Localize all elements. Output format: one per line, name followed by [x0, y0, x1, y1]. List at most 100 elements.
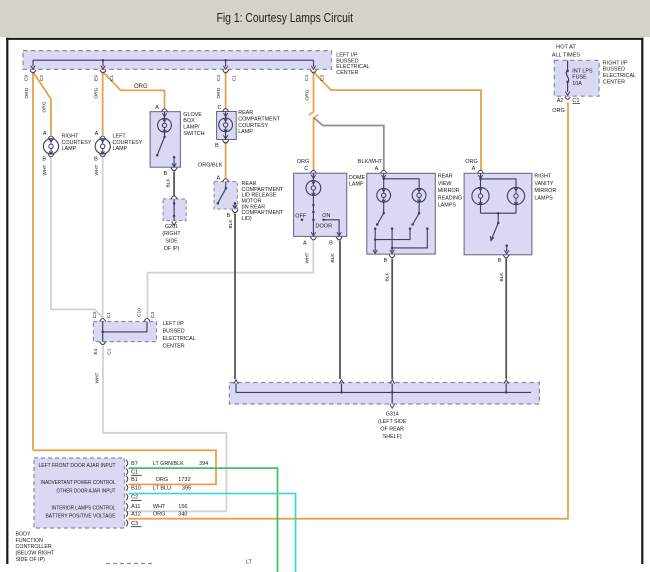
svg-text:C10: C10	[137, 308, 143, 317]
svg-text:LAMP: LAMP	[238, 129, 253, 135]
svg-text:WHT: WHT	[153, 504, 166, 510]
svg-text:ORG: ORG	[216, 87, 222, 98]
svg-text:B: B	[94, 157, 98, 163]
svg-text:LT: LT	[246, 560, 253, 566]
svg-text:ORG: ORG	[304, 89, 310, 100]
svg-text:RIGHT: RIGHT	[62, 134, 79, 140]
svg-text:RIGHT I/P: RIGHT I/P	[603, 60, 628, 66]
svg-text:C3: C3	[216, 75, 222, 81]
svg-text:10A: 10A	[572, 81, 582, 87]
svg-text:FUSE: FUSE	[572, 75, 587, 81]
svg-text:SWITCH: SWITCH	[183, 131, 204, 137]
svg-text:COMPARTMENT: COMPARTMENT	[238, 116, 280, 122]
svg-text:A2: A2	[557, 98, 564, 104]
svg-text:VIEW: VIEW	[438, 181, 453, 187]
svg-text:BUSSED: BUSSED	[163, 328, 185, 334]
svg-text:COURTESY: COURTESY	[238, 123, 268, 129]
svg-text:CENTER: CENTER	[603, 80, 625, 86]
svg-text:HOT AT: HOT AT	[556, 45, 576, 51]
svg-text:B7: B7	[131, 461, 138, 467]
svg-text:B10: B10	[131, 485, 141, 491]
svg-text:BLK/WHT: BLK/WHT	[358, 159, 383, 165]
svg-text:C3: C3	[150, 312, 156, 318]
svg-text:G201: G201	[165, 224, 178, 230]
svg-text:GLOVE: GLOVE	[183, 112, 202, 118]
svg-text:395: 395	[182, 485, 191, 491]
svg-text:ORG: ORG	[24, 87, 30, 98]
svg-text:LAMP: LAMP	[113, 146, 128, 152]
svg-text:RIGHT: RIGHT	[534, 174, 551, 180]
svg-text:SIDE: SIDE	[165, 239, 178, 245]
svg-text:B: B	[329, 240, 333, 246]
svg-text:G314: G314	[386, 411, 399, 417]
svg-text:C3: C3	[92, 312, 98, 318]
svg-text:(BELOW RIGHT: (BELOW RIGHT	[16, 551, 56, 557]
svg-text:C1: C1	[107, 348, 113, 354]
svg-text:B: B	[384, 258, 388, 264]
svg-text:C3: C3	[131, 521, 138, 527]
svg-text:ORG: ORG	[134, 84, 148, 90]
svg-text:ORG: ORG	[465, 159, 478, 165]
svg-text:C3: C3	[320, 75, 326, 81]
svg-text:BUSSED: BUSSED	[603, 67, 625, 73]
svg-text:OTHER DOOR AJAR INPUT: OTHER DOOR AJAR INPUT	[57, 488, 116, 494]
svg-text:A: A	[303, 240, 307, 246]
svg-text:C2: C2	[39, 75, 45, 81]
svg-text:ORG/BLK: ORG/BLK	[198, 162, 223, 168]
svg-text:A11: A11	[131, 504, 140, 510]
svg-text:C1: C1	[131, 470, 138, 476]
svg-text:COURTESY: COURTESY	[113, 140, 143, 146]
svg-text:REAR: REAR	[238, 110, 253, 116]
svg-text:BODY: BODY	[16, 532, 31, 538]
svg-text:OFF: OFF	[295, 214, 307, 220]
svg-text:(LEFT SIDE: (LEFT SIDE	[378, 419, 407, 425]
svg-text:WHT: WHT	[94, 164, 100, 175]
svg-text:C1: C1	[572, 98, 579, 104]
svg-text:A: A	[375, 166, 379, 172]
svg-text:LT BLU: LT BLU	[153, 485, 171, 491]
svg-text:INT LPS: INT LPS	[572, 68, 593, 74]
svg-text:LAMPS: LAMPS	[534, 195, 553, 201]
svg-text:Fig 1: Courtesy Lamps Circuit: Fig 1: Courtesy Lamps Circuit	[217, 10, 354, 25]
svg-text:394: 394	[199, 461, 208, 467]
svg-text:1732: 1732	[178, 477, 190, 483]
svg-text:LEFT: LEFT	[113, 134, 127, 140]
svg-text:ORG: ORG	[297, 159, 310, 165]
svg-text:CENTER: CENTER	[336, 70, 358, 76]
svg-text:ELECTRICAL: ELECTRICAL	[163, 336, 196, 342]
svg-text:A12: A12	[131, 511, 141, 517]
svg-text:B: B	[227, 213, 231, 219]
svg-text:ON: ON	[322, 213, 330, 219]
svg-text:SIDE OF IP): SIDE OF IP)	[16, 557, 46, 563]
svg-text:C1: C1	[109, 75, 115, 81]
svg-text:B: B	[164, 171, 168, 177]
svg-text:A: A	[155, 105, 159, 111]
svg-text:C1: C1	[106, 312, 112, 318]
svg-text:BLK: BLK	[499, 272, 505, 282]
svg-text:OF REAR: OF REAR	[380, 426, 404, 432]
svg-text:WHT: WHT	[95, 372, 101, 383]
svg-text:C4: C4	[304, 75, 310, 81]
svg-text:156: 156	[178, 504, 187, 510]
svg-text:BATTERY POSITIVE VOLTAGE: BATTERY POSITIVE VOLTAGE	[46, 514, 116, 520]
svg-text:ORG: ORG	[153, 511, 166, 517]
svg-text:A: A	[43, 131, 47, 137]
svg-text:READING: READING	[438, 195, 463, 201]
svg-text:MIRROR: MIRROR	[534, 188, 556, 194]
svg-text:ORG: ORG	[94, 87, 100, 98]
svg-text:BLK: BLK	[165, 178, 171, 188]
svg-text:340: 340	[178, 511, 187, 517]
svg-text:BLK: BLK	[330, 253, 336, 263]
svg-text:FUNCTION: FUNCTION	[16, 538, 44, 544]
svg-text:ELECTRICAL: ELECTRICAL	[603, 73, 636, 79]
svg-text:INTERIOR LAMPS CONTROL: INTERIOR LAMPS CONTROL	[52, 506, 117, 512]
svg-text:VANITY: VANITY	[534, 181, 553, 187]
svg-text:ALL TIMES: ALL TIMES	[552, 53, 581, 59]
svg-text:B: B	[215, 143, 219, 149]
svg-text:REAR: REAR	[438, 174, 453, 180]
svg-text:LEFT I/P: LEFT I/P	[163, 321, 185, 327]
svg-text:C: C	[304, 166, 308, 172]
svg-text:E4: E4	[93, 348, 99, 354]
svg-text:LAMPS: LAMPS	[438, 203, 457, 209]
svg-text:B1: B1	[131, 477, 138, 483]
